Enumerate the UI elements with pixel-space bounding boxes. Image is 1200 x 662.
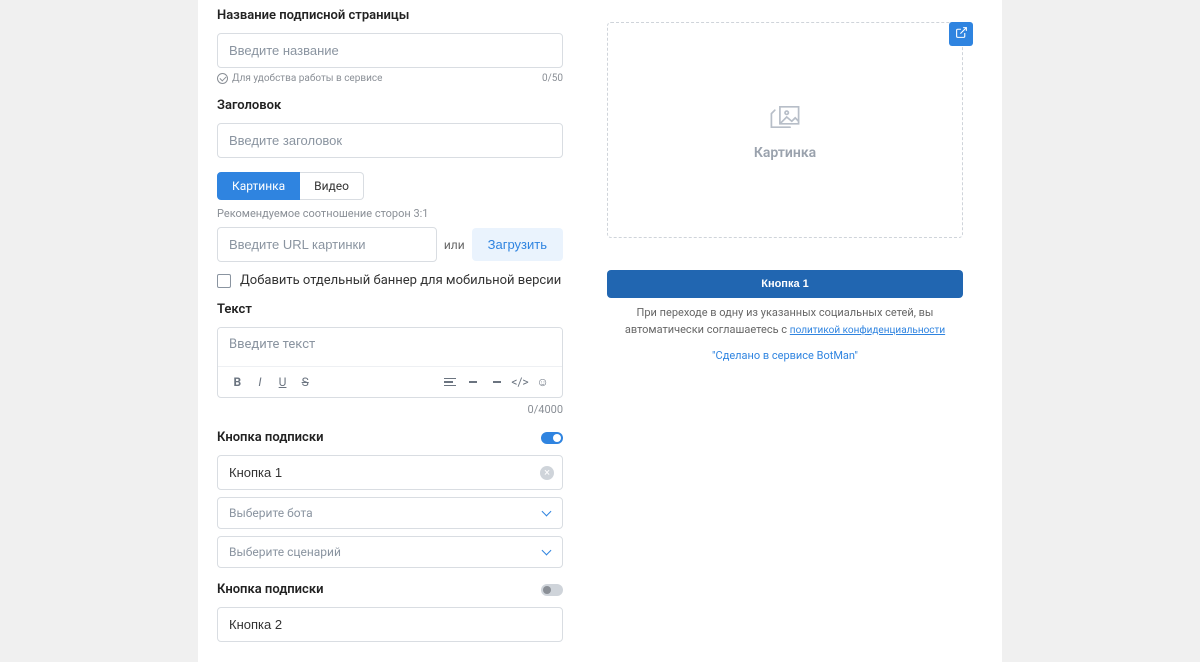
- name-hint: Для удобства работы в сервисе: [232, 73, 382, 84]
- text-input[interactable]: [218, 328, 562, 362]
- mobile-banner-label: Добавить отдельный баннер для мобильной …: [240, 273, 561, 288]
- image-url-input[interactable]: [217, 227, 437, 262]
- code-button[interactable]: </>: [510, 371, 531, 393]
- disclaimer-text: При переходе в одну из указанных социаль…: [607, 305, 963, 338]
- italic-button[interactable]: I: [250, 371, 271, 393]
- heading-input[interactable]: [217, 123, 563, 158]
- underline-button[interactable]: U: [272, 371, 293, 393]
- preview-placeholder-label: Картинка: [754, 145, 816, 161]
- page-name-input[interactable]: [217, 33, 563, 68]
- bold-button[interactable]: B: [227, 371, 248, 393]
- button2-text-input[interactable]: [217, 607, 563, 642]
- mobile-banner-checkbox[interactable]: [217, 274, 231, 288]
- botman-credit: "Сделано в сервисе BotMan": [607, 349, 963, 362]
- image-placeholder-icon: [768, 100, 802, 134]
- select-scenario[interactable]: Выберите сценарий: [217, 536, 563, 568]
- page-name-label: Название подписной страницы: [217, 8, 563, 23]
- tab-video[interactable]: Видео: [300, 172, 364, 200]
- heading-label: Заголовок: [217, 98, 563, 113]
- chevron-down-icon: [541, 547, 551, 557]
- button1-toggle[interactable]: [541, 432, 563, 444]
- external-link-icon: [955, 26, 968, 43]
- privacy-link[interactable]: политикой конфиденциальности: [790, 325, 945, 336]
- check-icon: [217, 73, 228, 84]
- ratio-hint: Рекомендуемое соотношение сторон 3:1: [217, 207, 563, 220]
- preview-button-1[interactable]: Кнопка 1: [607, 270, 963, 298]
- name-counter: 0/50: [542, 73, 563, 84]
- clear-button1-icon[interactable]: [540, 466, 554, 480]
- align-right-button[interactable]: [485, 371, 506, 393]
- button1-text-input[interactable]: [217, 455, 563, 490]
- chevron-down-icon: [541, 508, 551, 518]
- strike-button[interactable]: S: [295, 371, 316, 393]
- emoji-button[interactable]: ☺: [532, 371, 553, 393]
- button1-label: Кнопка подписки: [217, 430, 324, 445]
- or-text: или: [444, 238, 465, 252]
- text-label: Текст: [217, 302, 563, 317]
- tab-image[interactable]: Картинка: [217, 172, 300, 200]
- align-center-button[interactable]: [462, 371, 483, 393]
- select-bot[interactable]: Выберите бота: [217, 497, 563, 529]
- upload-button[interactable]: Загрузить: [472, 228, 563, 261]
- button2-label: Кнопка подписки: [217, 582, 324, 597]
- text-counter: 0/4000: [217, 403, 563, 416]
- image-preview-placeholder: Картинка: [607, 22, 963, 238]
- open-preview-button[interactable]: [949, 22, 973, 46]
- align-left-button[interactable]: [440, 371, 461, 393]
- button2-toggle[interactable]: [541, 584, 563, 596]
